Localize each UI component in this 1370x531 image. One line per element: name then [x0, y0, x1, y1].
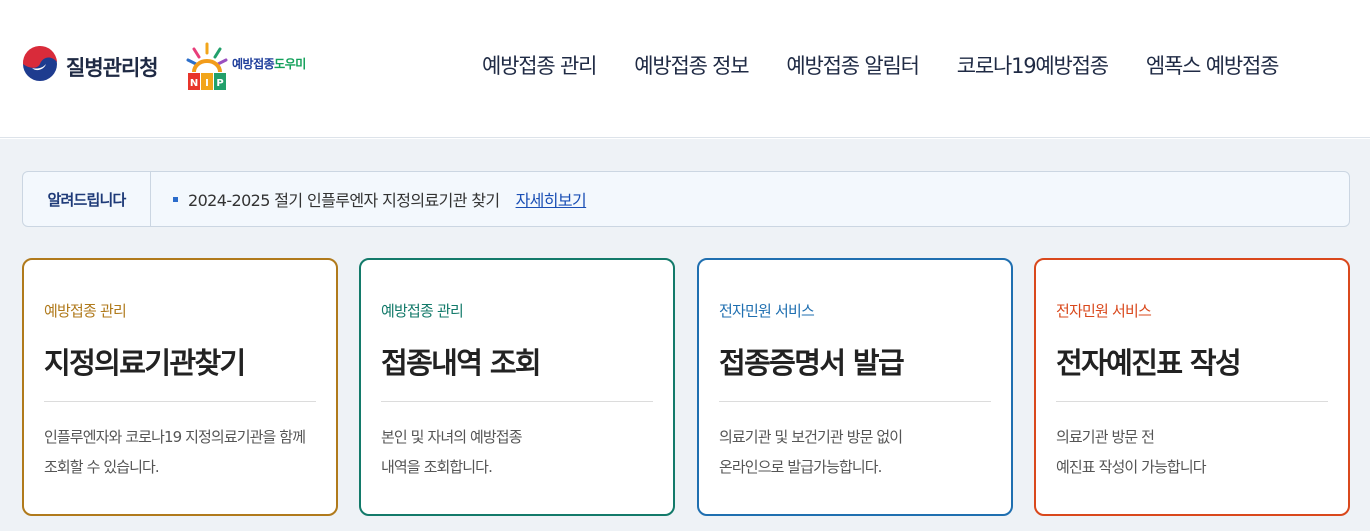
- bullet-icon: [173, 196, 178, 202]
- card-category: 예방접종 관리: [381, 302, 464, 320]
- service-cards: 예방접종 관리 지정의료기관찾기 인플루엔자와 코로나19 지정의료기관을 함께…: [22, 258, 1352, 516]
- nav-vaccination-management[interactable]: 예방접종 관리: [482, 50, 597, 80]
- notice-label: 알려드립니다: [23, 172, 151, 226]
- nav-mpox-vaccination[interactable]: 엠폭스 예방접종: [1146, 50, 1280, 80]
- card-category: 전자민원 서비스: [1056, 302, 1152, 320]
- card-category: 예방접종 관리: [44, 302, 127, 320]
- svg-text:N: N: [190, 78, 198, 89]
- card-description: 본인 및 자녀의 예방접종 내역을 조회합니다.: [381, 428, 523, 476]
- nav-vaccination-notices[interactable]: 예방접종 알림터: [786, 50, 920, 80]
- card-description: 의료기관 및 보건기관 방문 없이 온라인으로 발급가능합니다.: [719, 428, 903, 476]
- card-certificate-issuance[interactable]: 전자민원 서비스 접종증명서 발급 의료기관 및 보건기관 방문 없이 온라인으…: [697, 258, 1013, 516]
- main-content: 알려드립니다 2024-2025 절기 인플루엔자 지정의료기관 찾기 자세히보…: [0, 139, 1370, 531]
- brand-name[interactable]: 예방접종도우미: [232, 55, 306, 72]
- notice-text[interactable]: 2024-2025 절기 인플루엔자 지정의료기관 찾기: [188, 187, 500, 211]
- nav-covid19-vaccination[interactable]: 코로나19예방접종: [957, 50, 1109, 80]
- card-divider: [1056, 401, 1328, 402]
- card-e-prescreening-form[interactable]: 전자민원 서비스 전자예진표 작성 의료기관 방문 전 예진표 작성이 가능합니…: [1034, 258, 1350, 516]
- main-navigation: 예방접종 관리 예방접종 정보 예방접종 알림터 코로나19예방접종 엠폭스 예…: [482, 50, 1280, 80]
- card-designated-clinic-search[interactable]: 예방접종 관리 지정의료기관찾기 인플루엔자와 코로나19 지정의료기관을 함께…: [22, 258, 338, 516]
- card-description: 의료기관 방문 전 예진표 작성이 가능합니다: [1056, 428, 1207, 476]
- agency-name[interactable]: 질병관리청: [66, 52, 159, 82]
- brand-name-part2: 도우미: [274, 57, 306, 71]
- card-divider: [44, 401, 316, 402]
- card-divider: [381, 401, 653, 402]
- card-divider: [719, 401, 991, 402]
- card-description: 인플루엔자와 코로나19 지정의료기관을 함께 조회할 수 있습니다.: [44, 428, 306, 476]
- nip-logo-icon[interactable]: N I P: [184, 40, 230, 92]
- card-title: 지정의료기관찾기: [44, 346, 246, 380]
- site-header: 질병관리청 N I P 예방접종도우미 예방접종 관리 예방접종 정보 예방접종…: [0, 0, 1370, 138]
- notice-bar: 알려드립니다 2024-2025 절기 인플루엔자 지정의료기관 찾기 자세히보…: [22, 171, 1350, 227]
- svg-text:I: I: [205, 78, 209, 89]
- brand-name-part1: 예방접종: [232, 57, 275, 71]
- card-vaccination-history[interactable]: 예방접종 관리 접종내역 조회 본인 및 자녀의 예방접종 내역을 조회합니다.: [359, 258, 675, 516]
- notice-more-link[interactable]: 자세히보기: [516, 187, 587, 211]
- nav-vaccination-info[interactable]: 예방접종 정보: [634, 50, 749, 80]
- svg-text:P: P: [216, 78, 223, 89]
- government-emblem-icon[interactable]: [22, 40, 58, 90]
- card-category: 전자민원 서비스: [719, 302, 815, 320]
- card-title: 접종내역 조회: [381, 346, 542, 380]
- card-title: 전자예진표 작성: [1056, 346, 1242, 380]
- card-title: 접종증명서 발급: [719, 346, 905, 380]
